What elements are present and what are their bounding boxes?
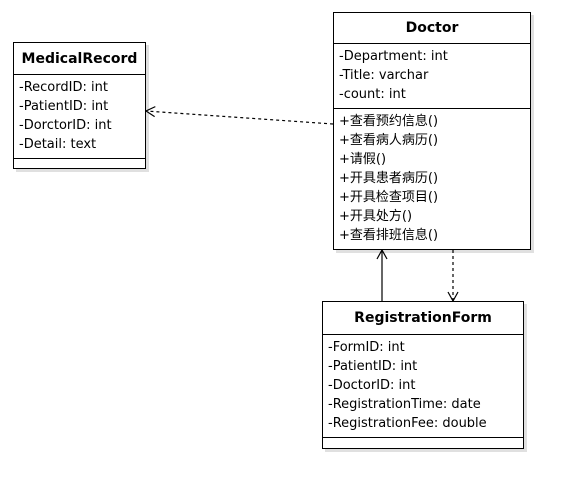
operation: +开具处方() [339,209,413,224]
class-doctor[interactable]: Doctor -Department: int -Title: varchar … [333,12,531,250]
operations-section [14,159,145,166]
attribute: -Detail: text [19,137,97,152]
operation: +开具患者病历() [339,171,439,186]
attribute: -RecordID: int [19,80,108,95]
attribute: -PatientID: int [19,99,109,114]
attribute: -FormID: int [328,340,405,355]
attributes-section: -FormID: int -PatientID: int -DoctorID: … [323,335,523,438]
attribute: -DoctorID: int [328,378,416,393]
attribute: -RegistrationTime: date [328,397,481,412]
attribute: -PatientID: int [328,359,418,374]
class-medical-record[interactable]: MedicalRecord -RecordID: int -PatientID:… [13,42,146,169]
operation: +查看排班信息() [339,228,439,243]
attribute: -DorctorID: int [19,118,112,133]
operation: +开具检查项目() [339,190,439,205]
class-name-medical-record: MedicalRecord [14,43,145,75]
attribute: -count: int [339,87,406,102]
attributes-section: -RecordID: int -PatientID: int -DorctorI… [14,75,145,159]
class-name-registration-form: RegistrationForm [323,302,523,335]
attribute: -Department: int [339,49,448,64]
operations-section [323,438,523,445]
attributes-section: -Department: int -Title: varchar -count:… [334,44,530,109]
operations-section: +查看预约信息() +查看病人病历() +请假() +开具患者病历() +开具检… [334,109,530,249]
class-name-doctor: Doctor [334,13,530,44]
operation: +请假() [339,152,387,167]
attribute: -Title: varchar [339,68,429,83]
dependency-doctor-to-medicalrecord [144,106,334,125]
class-registration-form[interactable]: RegistrationForm -FormID: int -PatientID… [322,301,524,449]
attribute: -RegistrationFee: double [328,416,487,431]
operation: +查看病人病历() [339,133,439,148]
operation: +查看预约信息() [339,114,439,129]
